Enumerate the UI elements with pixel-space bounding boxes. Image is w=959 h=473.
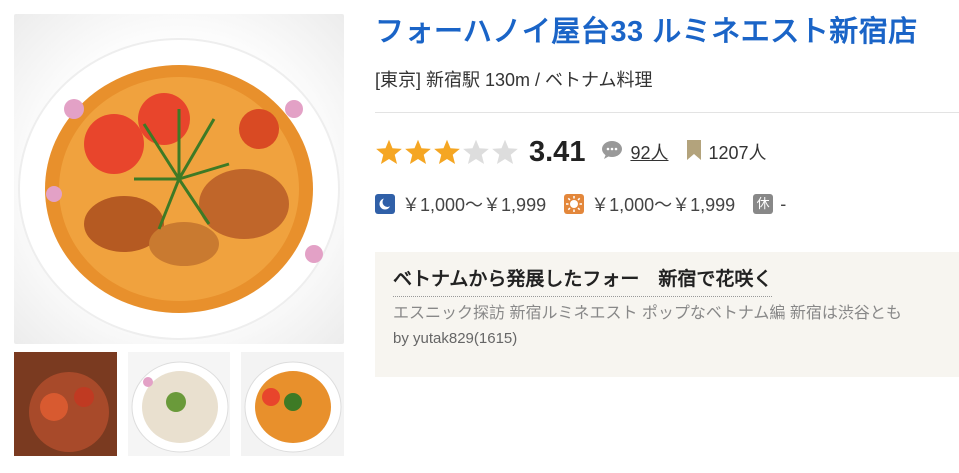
save-count: 1207人 bbox=[708, 143, 767, 163]
star-icon bbox=[376, 139, 402, 165]
featured-review[interactable]: ベトナムから発展したフォー 新宿で花咲く エスニック探訪 新宿ルミネエスト ポッ… bbox=[375, 252, 959, 377]
holiday-badge: 休 bbox=[753, 194, 774, 214]
divider bbox=[375, 112, 959, 113]
lunch-price: ￥1,000～￥1,999 bbox=[591, 195, 736, 215]
photo-gallery bbox=[14, 14, 345, 456]
thumbnail-2[interactable] bbox=[127, 352, 231, 456]
rating-row: 3.41 92人 1207人 bbox=[375, 131, 959, 173]
review-bubble-icon bbox=[601, 140, 623, 165]
sun-icon bbox=[564, 194, 585, 214]
thumbnail-3[interactable] bbox=[241, 352, 345, 456]
thumbnail-1[interactable] bbox=[14, 352, 117, 456]
review-author: by yutak829(1615) bbox=[393, 330, 518, 347]
rating-score: 3.41 bbox=[529, 135, 586, 168]
restaurant-info: フォーハノイ屋台33 ルミネエスト新宿店 [東京] 新宿駅 130m / ベトナ… bbox=[375, 12, 959, 218]
holiday-value: - bbox=[780, 193, 787, 214]
dinner-price: ￥1,000～￥1,999 bbox=[402, 195, 547, 215]
area-genre: [東京] 新宿駅 130m / ベトナム料理 bbox=[375, 70, 653, 90]
star-icon bbox=[463, 139, 489, 165]
moon-icon bbox=[375, 194, 395, 214]
price-row: ￥1,000～￥1,999 ￥1,000～￥1,999 休 - bbox=[375, 190, 959, 218]
bookmark-icon bbox=[687, 139, 702, 165]
review-excerpt: エスニック探訪 新宿ルミネエスト ポップなベトナム編 新宿は渋谷とも bbox=[393, 305, 902, 322]
thumbnail-strip bbox=[14, 352, 345, 456]
star-icon bbox=[434, 139, 460, 165]
star-icon bbox=[405, 139, 431, 165]
restaurant-name[interactable]: フォーハノイ屋台33 ルミネエスト新宿店 bbox=[375, 12, 959, 52]
review-count-link[interactable]: 92人 bbox=[630, 139, 668, 165]
main-food-photo[interactable] bbox=[14, 14, 344, 344]
review-title[interactable]: ベトナムから発展したフォー 新宿で花咲く bbox=[393, 268, 773, 297]
star-rating bbox=[375, 138, 519, 166]
star-icon bbox=[492, 139, 518, 165]
